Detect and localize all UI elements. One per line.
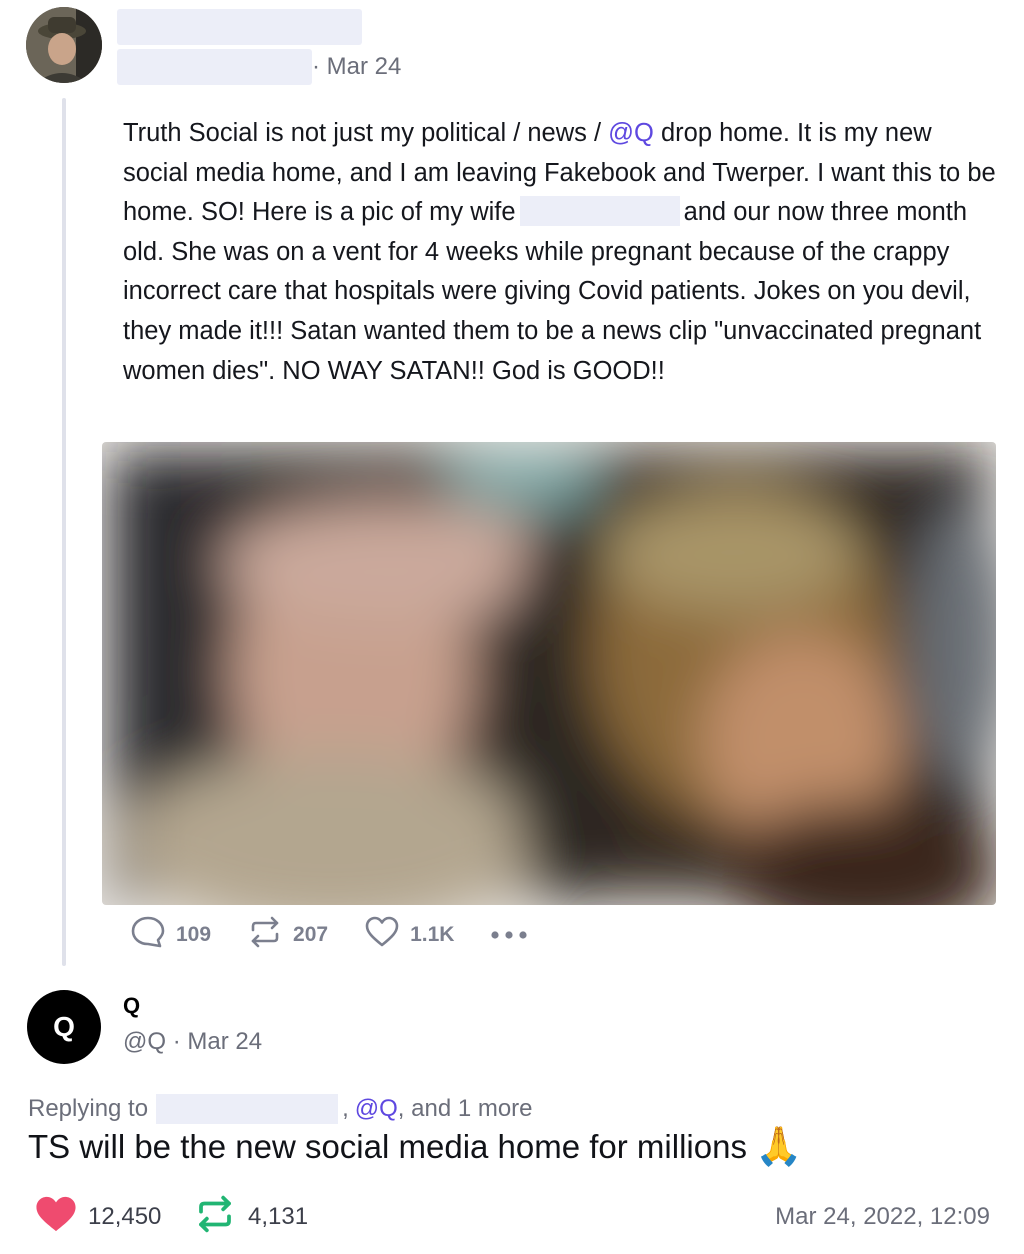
reply-like-count: 12,450 (88, 1203, 162, 1230)
reply-button[interactable]: 109 (130, 914, 211, 956)
q-handle-date: @Q · Mar 24 (123, 1028, 263, 1055)
author-avatar[interactable] (26, 7, 102, 83)
author-name-redacted (117, 9, 362, 45)
reply-like-button[interactable]: 12,450 (34, 1194, 161, 1240)
retruth-button[interactable]: 207 (247, 914, 328, 956)
heart-filled-icon (34, 1194, 78, 1241)
more-options-button[interactable] (490, 923, 538, 947)
wife-name-redacted (519, 196, 680, 227)
replying-user-redacted (156, 1094, 339, 1124)
post-date: · Mar 24 (312, 53, 402, 80)
replying-mention-link[interactable]: @Q (355, 1095, 398, 1123)
retruth-icon (247, 914, 293, 956)
comment-icon (130, 914, 176, 956)
reply-timestamp: Mar 24, 2022, 12:09 (775, 1203, 990, 1230)
reply-count: 109 (176, 923, 212, 946)
q-display-name[interactable]: Q (123, 993, 140, 1019)
reply-retruth-count: 4,131 (248, 1203, 309, 1230)
heart-icon (364, 914, 410, 956)
reply-body: TS will be the new social media home for… (28, 1124, 802, 1169)
q-avatar[interactable]: Q (27, 990, 101, 1064)
like-button[interactable]: 1.1K (364, 914, 454, 956)
more-dots-icon (490, 923, 538, 947)
replying-suffix: , and 1 more (397, 1095, 533, 1122)
retruth-icon (194, 1193, 236, 1242)
post-body: Truth Social is not just my political / … (123, 114, 1003, 391)
replying-to-line: Replying to , @Q , and 1 more (28, 1094, 533, 1124)
like-count: 1.1K (410, 923, 455, 946)
post-actions: 109 207 1.1K (130, 914, 574, 956)
praying-hands-icon: 🙏 (754, 1124, 803, 1168)
thread-line (62, 98, 66, 966)
mention-link[interactable]: @Q (608, 119, 654, 147)
replying-label: Replying to (28, 1095, 149, 1122)
post-photo[interactable] (102, 442, 996, 905)
reply-text: TS will be the new social media home for… (28, 1127, 747, 1165)
retruth-count: 207 (293, 923, 329, 946)
post-text-part: Truth Social is not just my political / … (123, 119, 609, 147)
reply-retruth-button[interactable]: 4,131 (194, 1194, 308, 1240)
author-handle-redacted (117, 49, 312, 85)
replying-comma: , (342, 1095, 349, 1122)
reply-stats-bar: 12,450 4,131 Mar 24, 2022, 12:09 (34, 1194, 990, 1240)
